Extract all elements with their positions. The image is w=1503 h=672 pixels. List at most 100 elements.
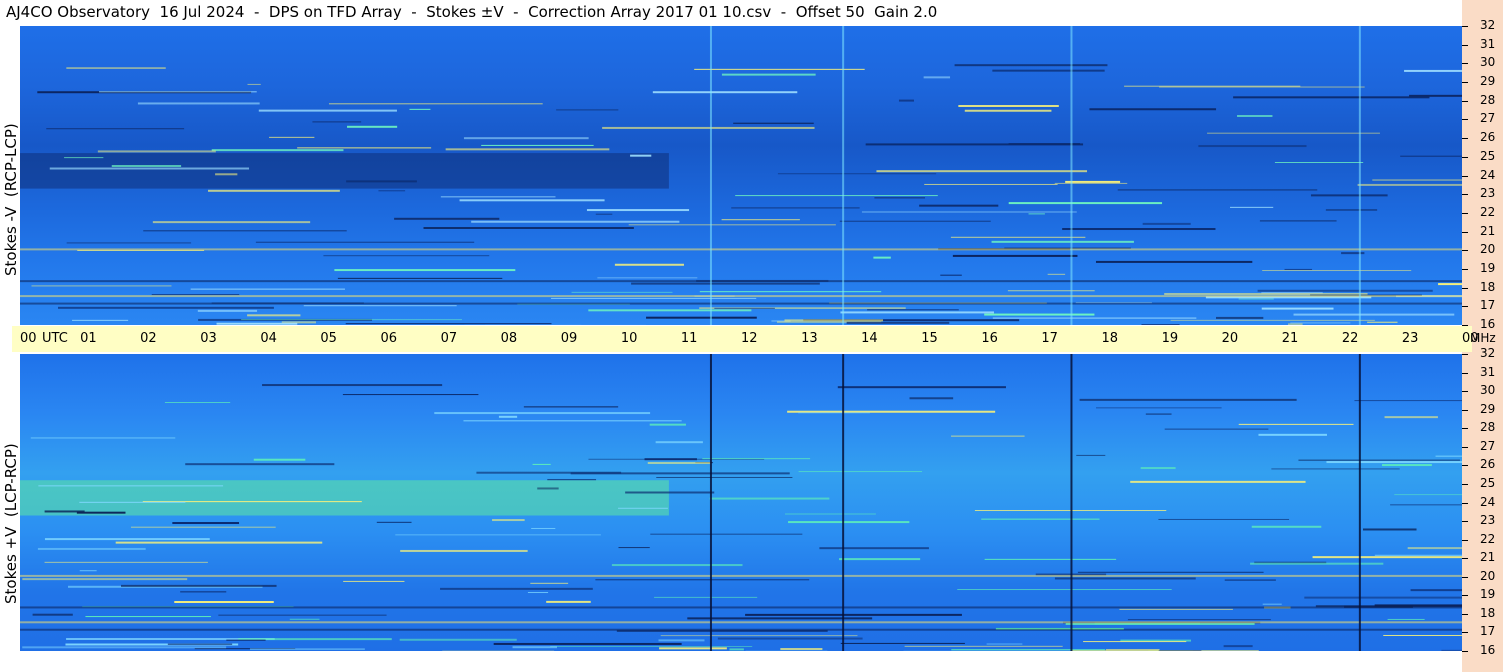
frequency-tick	[1462, 558, 1468, 560]
rfi-streak	[874, 197, 926, 199]
rfi-streak	[1079, 398, 1297, 401]
rfi-streak	[1341, 252, 1365, 255]
bottom-spectrogram-panel	[20, 354, 1462, 651]
rfi-streak	[46, 128, 185, 130]
rfi-streak	[647, 462, 711, 465]
rfi-streak	[904, 645, 1063, 647]
utc-tick-label: 01	[80, 331, 97, 346]
rfi-streak	[1065, 623, 1255, 626]
frequency-tick	[1462, 119, 1468, 121]
frequency-tick	[1462, 175, 1468, 177]
rfi-streak	[699, 291, 882, 293]
rfi-streak	[958, 105, 1059, 108]
rfi-streak	[174, 601, 274, 604]
rfi-streak	[211, 149, 344, 152]
rfi-streak	[423, 226, 634, 229]
vertical-event	[842, 26, 845, 325]
rfi-streak	[631, 282, 820, 285]
rfi-streak	[1007, 290, 1095, 292]
rfi-streak	[570, 472, 790, 475]
rfi-streak	[702, 458, 811, 460]
rfi-streak	[1304, 596, 1462, 599]
rfi-streak	[1410, 589, 1462, 592]
rfi-streak	[1054, 577, 1196, 580]
vertical-event	[709, 354, 712, 651]
rfi-streak	[164, 401, 231, 403]
rfi-streak	[1374, 554, 1462, 556]
rfi-streak	[22, 578, 188, 581]
rfi-streak	[72, 319, 129, 321]
rfi-streak	[784, 513, 876, 515]
rfi-streak	[1394, 494, 1462, 496]
rfi-streak	[1054, 182, 1128, 184]
rfi-streak	[180, 591, 227, 593]
rfi-streak	[64, 157, 104, 159]
rfi-streak	[151, 294, 240, 296]
rfi-streak	[729, 648, 744, 651]
utc-tick-label: 08	[500, 331, 518, 346]
rfi-streak	[618, 547, 650, 549]
rfi-streak	[1407, 547, 1462, 550]
rfi-streak	[97, 150, 216, 153]
top-panel-ylabel: Stokes -V (RCP-LCP)	[2, 123, 20, 276]
utc-tick-label: 21	[1281, 331, 1299, 346]
rfi-streak	[1008, 202, 1163, 205]
frequency-tick-label: 25	[1480, 475, 1496, 490]
rfi-streak	[1238, 298, 1274, 300]
rfi-streak	[819, 547, 929, 550]
rfi-streak	[984, 558, 1117, 560]
rfi-streak	[1310, 194, 1388, 197]
rfi-streak	[378, 190, 406, 192]
rfi-streak	[981, 518, 1100, 520]
rfi-streak	[523, 406, 619, 408]
rfi-streak	[32, 613, 73, 616]
frequency-tick-label: 31	[1480, 36, 1496, 51]
rfi-streak	[1229, 206, 1274, 208]
rfi-streak	[1354, 400, 1462, 402]
frequency-tick	[1462, 465, 1468, 467]
rfi-streak	[1076, 454, 1106, 456]
rfi-streak	[556, 109, 619, 111]
rfi-streak	[735, 195, 938, 197]
bottom-spectrogram	[20, 354, 1462, 651]
rfi-streak	[395, 534, 601, 536]
frequency-tick	[1462, 325, 1468, 326]
frequency-tick	[1462, 212, 1468, 214]
bottom-panel-ylabel: Stokes +V (LCP-RCP)	[2, 443, 20, 604]
rfi-streak	[394, 217, 500, 220]
utc-tick-label: 02	[140, 331, 157, 346]
utc-tick-label: 18	[1101, 331, 1119, 346]
rfi-streak	[602, 126, 815, 129]
vertical-event	[1358, 354, 1361, 651]
rfi-streak	[376, 521, 412, 523]
rfi-streak	[646, 316, 757, 319]
rfi-line	[20, 302, 1462, 305]
rfi-streak	[255, 241, 475, 243]
top-spectrogram	[20, 26, 1462, 325]
frequency-tick-label: 29	[1480, 401, 1496, 416]
utc-tick-label: 11	[680, 331, 698, 346]
rfi-streak	[1293, 313, 1455, 316]
rfi-streak	[1089, 108, 1217, 111]
rfi-streak	[99, 91, 257, 93]
frequency-tick-label: 25	[1480, 148, 1496, 163]
rfi-streak	[498, 415, 518, 418]
rfi-streak	[1233, 96, 1430, 99]
frequency-tick-label: 17	[1480, 298, 1496, 313]
rfi-streak	[618, 507, 668, 509]
rfi-streak	[253, 458, 306, 461]
frequency-tick	[1462, 539, 1468, 541]
rfi-streak	[57, 306, 274, 309]
rfi-streak	[463, 420, 682, 422]
frequency-tick-label: 27	[1480, 438, 1496, 453]
rfi-streak	[1224, 579, 1276, 581]
rfi-streak	[1262, 603, 1282, 605]
utc-tick-label: 07	[440, 331, 458, 346]
rfi-streak	[1362, 528, 1417, 531]
utc-tick-label: 12	[741, 331, 758, 346]
rfi-streak	[289, 618, 320, 620]
rfi-streak	[409, 108, 431, 110]
rfi-streak	[1164, 428, 1269, 430]
rfi-streak	[185, 463, 335, 466]
rfi-streak	[898, 99, 914, 102]
